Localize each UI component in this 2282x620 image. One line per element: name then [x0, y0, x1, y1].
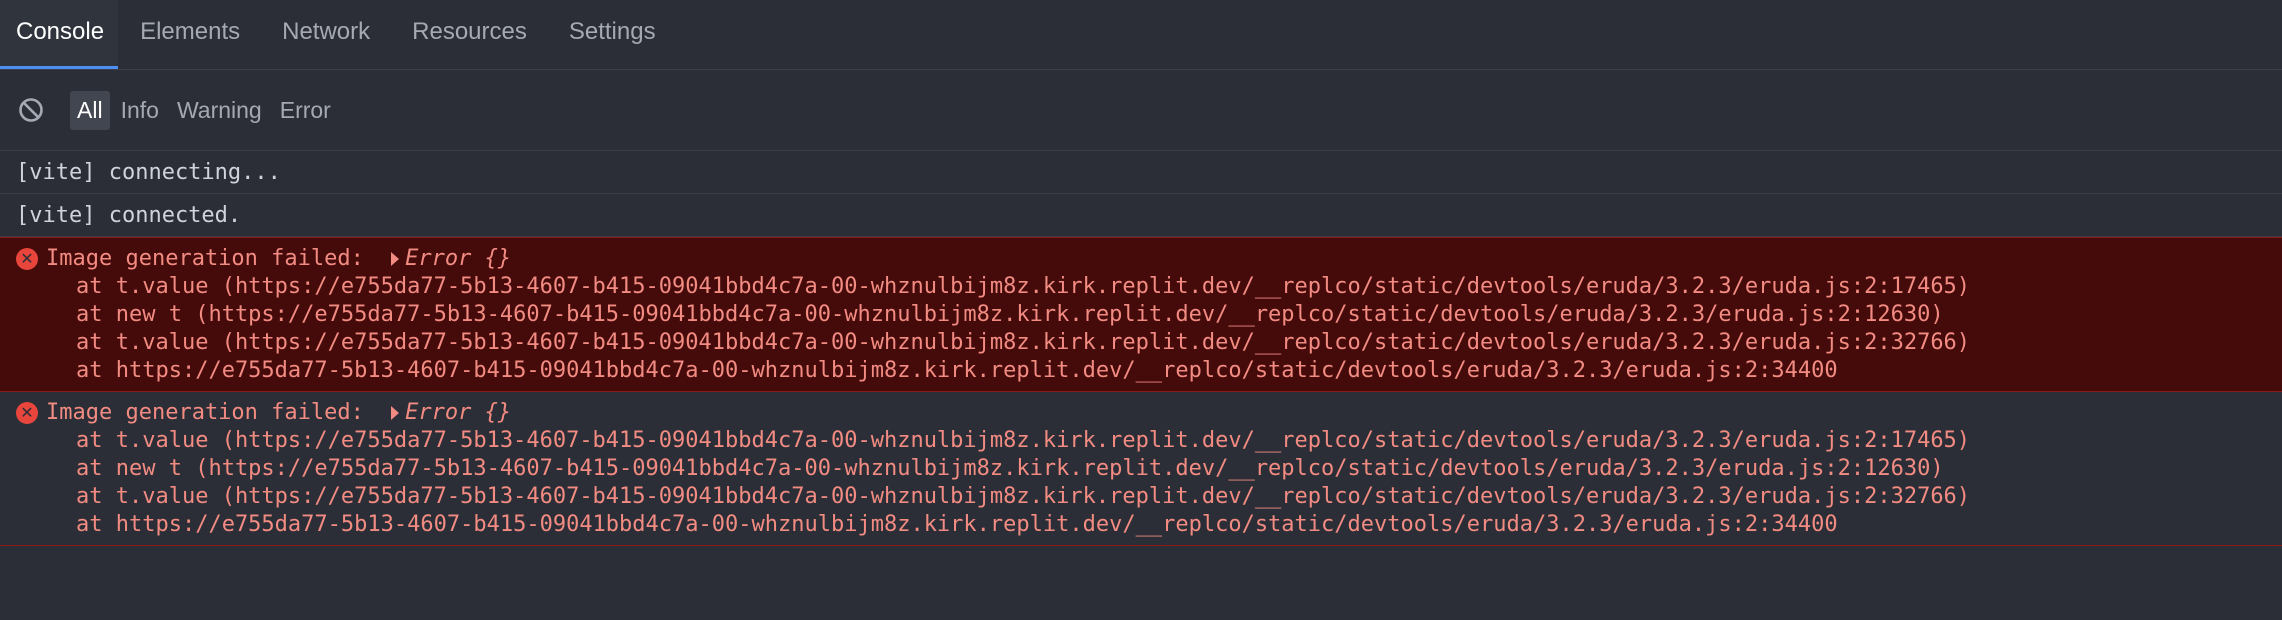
log-row-error[interactable]: ✕ Image generation failed: Error {} at t…	[0, 237, 2282, 392]
filter-info[interactable]: Info	[114, 91, 166, 130]
tab-elements[interactable]: Elements	[124, 0, 254, 69]
tab-network[interactable]: Network	[266, 0, 384, 69]
stack-trace-line: at t.value (https://e755da77-5b13-4607-b…	[76, 484, 1971, 509]
stack-trace-line: at https://e755da77-5b13-4607-b415-09041…	[76, 358, 1838, 383]
error-icon: ✕	[16, 401, 38, 424]
stack-trace-line: at new t (https://e755da77-5b13-4607-b41…	[76, 456, 1944, 481]
console-filter-bar: All Info Warning Error	[0, 70, 2282, 151]
filter-error[interactable]: Error	[273, 91, 338, 130]
devtools-tab-bar: Console Elements Network Resources Setti…	[0, 0, 2282, 70]
error-message: Image generation failed:	[46, 400, 378, 425]
console-log: [vite] connecting... [vite] connected. ✕…	[0, 151, 2282, 546]
stack-trace-line: at new t (https://e755da77-5b13-4607-b41…	[76, 302, 1944, 327]
error-object[interactable]: Error {}	[405, 244, 511, 273]
stack-trace-line: at t.value (https://e755da77-5b13-4607-b…	[76, 428, 1971, 453]
stack-trace-line: at t.value (https://e755da77-5b13-4607-b…	[76, 330, 1971, 355]
log-row-info[interactable]: [vite] connected.	[0, 194, 2282, 237]
clear-console-icon[interactable]	[16, 95, 46, 125]
expand-caret-icon[interactable]	[391, 251, 400, 266]
error-object[interactable]: Error {}	[405, 398, 511, 427]
stack-trace-line: at t.value (https://e755da77-5b13-4607-b…	[76, 274, 1971, 299]
log-row-error[interactable]: ✕ Image generation failed: Error {} at t…	[0, 392, 2282, 546]
error-icon: ✕	[16, 247, 38, 270]
log-row-info[interactable]: [vite] connecting...	[0, 151, 2282, 194]
expand-caret-icon[interactable]	[391, 405, 400, 420]
tab-resources[interactable]: Resources	[396, 0, 541, 69]
tab-settings[interactable]: Settings	[553, 0, 670, 69]
tab-console[interactable]: Console	[0, 0, 119, 69]
filter-all[interactable]: All	[70, 90, 110, 130]
error-message: Image generation failed:	[46, 246, 378, 271]
filter-warning[interactable]: Warning	[170, 91, 269, 130]
stack-trace-line: at https://e755da77-5b13-4607-b415-09041…	[76, 512, 1838, 537]
